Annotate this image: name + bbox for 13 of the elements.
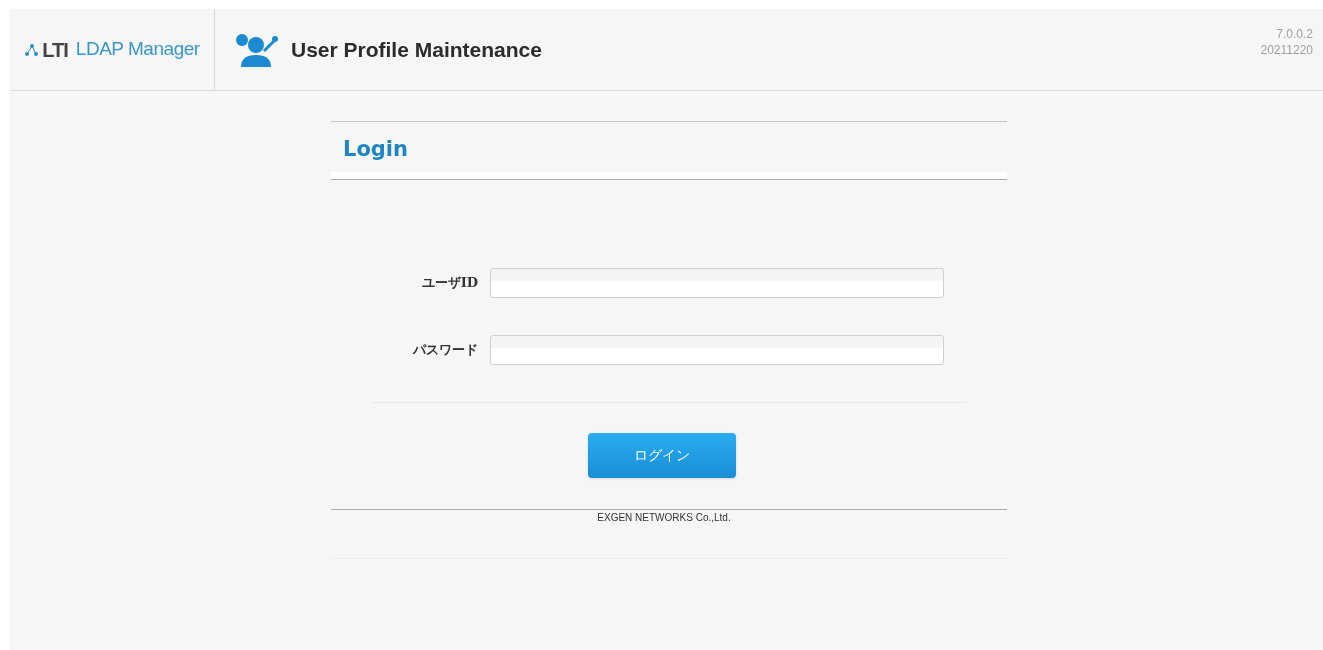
app-name: LDAP Manager bbox=[75, 37, 200, 62]
login-button[interactable]: ログイン bbox=[588, 432, 736, 478]
version-number: 7.0.0.2 bbox=[1276, 25, 1313, 42]
user-tools-icon bbox=[235, 32, 279, 67]
field-label: パスワード bbox=[411, 340, 478, 359]
build-number: 20211220 bbox=[1260, 41, 1313, 58]
login-heading: Login bbox=[343, 137, 408, 161]
password-field[interactable] bbox=[490, 334, 944, 365]
page-title: User Profile Maintenance bbox=[291, 36, 542, 63]
logo-mark: LTI bbox=[42, 37, 68, 63]
user-id-field[interactable] bbox=[490, 267, 944, 298]
field-label: ユーザID bbox=[420, 273, 478, 292]
copyright-text: EXGEN NETWORKS Co.,Ltd. bbox=[597, 510, 731, 525]
